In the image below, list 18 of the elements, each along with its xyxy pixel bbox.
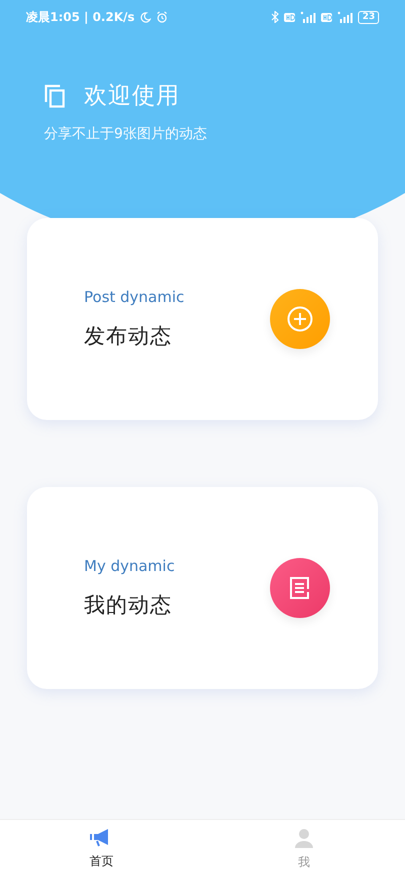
battery-icon: 23 [358,10,379,24]
action-card[interactable]: My dynamic 我的动态 [27,487,378,689]
card-title: 我的动态 [84,592,173,619]
status-time: 凌晨1:05 | 0.2K/s [26,8,135,26]
signal-icon [300,11,316,23]
bluetooth-icon [271,11,280,23]
welcome-title: 欢迎使用 [84,82,180,111]
person-icon [294,828,314,848]
card-subtitle: My dynamic [84,557,175,575]
signal-icon [337,11,354,23]
card-title: 发布动态 [84,323,173,350]
action-card[interactable]: Post dynamic 发布动态 [27,218,378,420]
moon-icon [140,12,151,22]
nav-tab[interactable]: 首页 [0,820,202,878]
alarm-icon [156,11,168,23]
welcome-subtitle: 分享不止于9张图片的动态 [44,125,208,143]
copy-icon [44,84,66,108]
card-subtitle: Post dynamic [84,288,184,306]
